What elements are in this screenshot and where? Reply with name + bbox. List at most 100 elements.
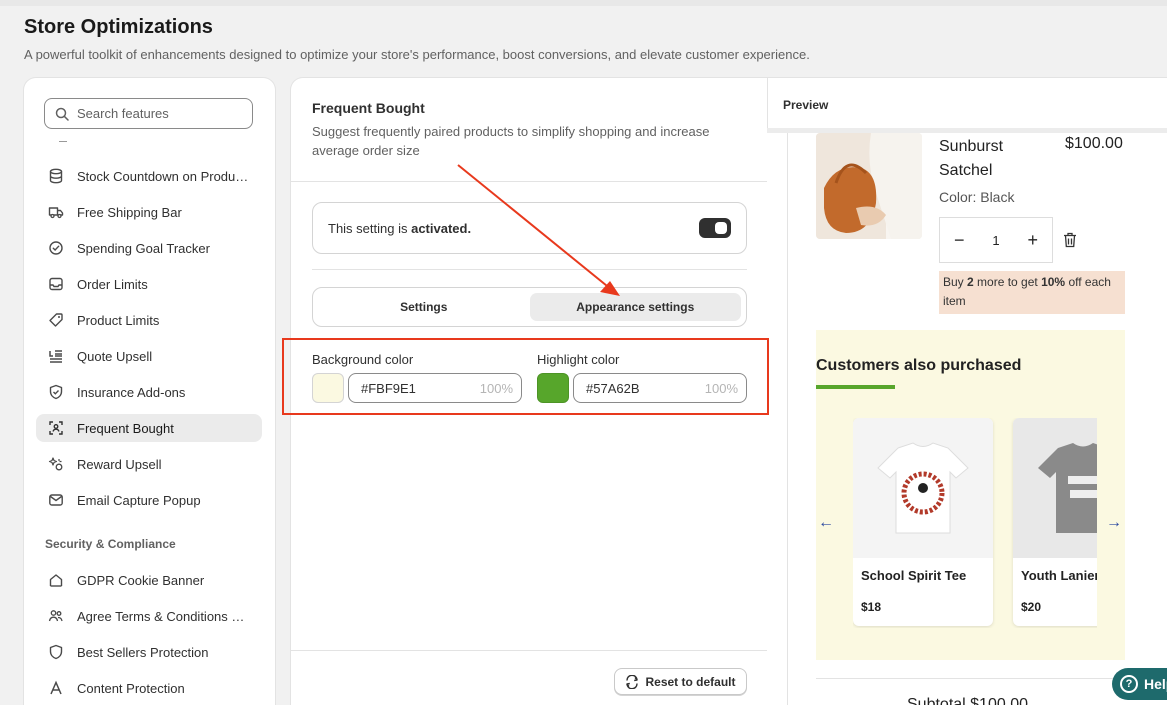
trash-icon[interactable] <box>1063 232 1077 253</box>
sidebar-item-insurance[interactable]: Insurance Add-ons <box>36 378 262 406</box>
search-icon <box>55 107 69 121</box>
sidebar-item-label: GDPR Cookie Banner <box>77 572 205 588</box>
quantity-value: 1 <box>992 232 1000 248</box>
sidebar-item-free-shipping[interactable]: Free Shipping Bar <box>36 198 262 226</box>
sidebar-item-label: Reward Upsell <box>77 456 162 472</box>
upsell-title: Customers also purchased <box>816 357 1022 374</box>
sidebar-item-stock-countdown[interactable]: Stock Countdown on Produ… <box>36 162 262 190</box>
help-icon: ? <box>1120 675 1138 693</box>
product-thumbnail <box>853 418 993 558</box>
refresh-icon <box>626 674 639 689</box>
upsell-product-name: Youth Lanier <box>1021 568 1097 583</box>
product-thumbnail <box>1013 418 1097 558</box>
section-title-security: Security & Compliance <box>45 537 176 551</box>
bundle-promo: Buy 2 more to get 10% off each item <box>939 271 1125 314</box>
sidebar-item-reward-upsell[interactable]: Reward Upsell <box>36 450 262 478</box>
reset-label: Reset to default <box>645 674 736 689</box>
truck-icon <box>48 207 64 219</box>
sidebar-item-label: Best Sellers Protection <box>77 644 209 660</box>
sidebar-item-gdpr[interactable]: GDPR Cookie Banner <box>36 566 262 594</box>
sidebar-item-frequent-bought[interactable]: Frequent Bought <box>36 414 262 442</box>
sparkle-icon <box>48 457 63 471</box>
sidebar-item-label: Order Limits <box>77 276 148 292</box>
shield-check-icon <box>49 384 63 400</box>
reset-to-default-button[interactable]: Reset to default <box>614 668 747 695</box>
carousel-next-arrow[interactable]: → <box>1106 514 1122 532</box>
search-box[interactable] <box>44 98 253 129</box>
inbox-icon <box>49 277 63 291</box>
product-image <box>816 133 922 239</box>
sidebar-item-spending-goal[interactable]: Spending Goal Tracker <box>36 234 262 262</box>
sidebar-item-content-protection[interactable]: Content Protection <box>36 674 262 702</box>
activation-status: activated. <box>411 220 472 236</box>
upsell-product-card[interactable]: School Spirit Tee $18 <box>853 418 993 626</box>
decrease-button[interactable]: − <box>954 230 965 251</box>
product-name: Sunburst Satchel <box>939 138 1004 179</box>
page-title: Store Optimizations <box>24 16 213 38</box>
activation-toggle[interactable] <box>699 218 731 238</box>
sidebar-item-label: Frequent Bought <box>77 420 174 436</box>
sidebar-item-label: Content Protection <box>77 680 185 696</box>
scan-icon <box>49 421 63 435</box>
sidebar-item-label: Spending Goal Tracker <box>77 240 210 256</box>
sidebar-item-quote-upsell[interactable]: Quote Upsell <box>36 342 262 370</box>
carousel-prev-arrow[interactable]: ← <box>818 514 834 532</box>
annotation-highlight-box <box>282 338 769 415</box>
promo-qty: 2 <box>967 275 974 289</box>
sidebar-item-best-sellers[interactable]: Best Sellers Protection <box>36 638 262 666</box>
divider <box>312 269 747 270</box>
help-label: Help <box>1144 676 1167 692</box>
text-icon <box>50 680 62 695</box>
gray-tee-image <box>1038 443 1097 533</box>
tab-settings[interactable]: Settings <box>318 293 530 321</box>
sidebar-item-label: Agree Terms & Conditions … <box>77 608 245 624</box>
activation-prefix: This setting is <box>328 220 412 236</box>
tab-appearance-settings[interactable]: Appearance settings <box>529 293 741 321</box>
divider <box>291 181 767 182</box>
sidebar-item-order-limits[interactable]: Order Limits <box>36 270 262 298</box>
cookie-icon <box>49 574 63 587</box>
list-icon <box>49 350 62 363</box>
sidebar-item-label: Email Capture Popup <box>77 492 201 508</box>
activation-text: This setting is activated. <box>328 221 471 236</box>
email-icon <box>49 494 63 506</box>
sidebar-item-email-popup[interactable]: Email Capture Popup <box>36 486 262 514</box>
product-price: $100.00 <box>1065 135 1123 152</box>
quantity-stepper: − 1 + <box>939 217 1053 263</box>
upsell-section: Customers also purchased ← → School Spir… <box>816 330 1125 660</box>
activation-box: This setting is activated. <box>312 202 747 254</box>
product-variant: Color: Black <box>939 189 1015 205</box>
feature-description: Suggest frequently paired products to si… <box>312 124 710 158</box>
sidebar-item-label: Insurance Add-ons <box>77 384 186 400</box>
upsell-product-price: $18 <box>861 600 882 614</box>
people-icon <box>48 610 63 622</box>
sidebar-item-label: Stock Countdown on Produ… <box>77 168 249 184</box>
preview-label: Preview <box>783 98 829 112</box>
page-subtitle: A powerful toolkit of enhancements desig… <box>24 47 810 62</box>
help-button[interactable]: ? Help <box>1112 668 1167 700</box>
promo-text: more to get <box>973 275 1042 289</box>
upsell-product-name: School Spirit Tee <box>861 568 967 583</box>
cart-subtotal: Subtotal $100.00 <box>907 696 1028 705</box>
product-carousel: School Spirit Tee $18 Youth Lanier $20 <box>853 418 1097 628</box>
sidebar-item-product-limits[interactable]: Product Limits <box>36 306 262 334</box>
sidebar-item-label: Free Shipping Bar <box>77 204 182 220</box>
tag-icon <box>49 313 63 327</box>
satchel-image <box>816 133 922 239</box>
shield-icon <box>49 644 63 660</box>
top-bar <box>0 0 1167 6</box>
promo-text: Buy <box>943 275 968 289</box>
upsell-underline <box>816 385 895 389</box>
scroll-fragment <box>59 138 67 142</box>
sidebar-item-agree-terms[interactable]: Agree Terms & Conditions … <box>36 602 262 630</box>
search-input[interactable] <box>77 106 237 121</box>
sidebar-item-label: Product Limits <box>77 312 160 328</box>
upsell-product-price: $20 <box>1021 600 1042 614</box>
features-sidebar: Stock Countdown on Produ… Free Shipping … <box>24 78 275 705</box>
increase-button[interactable]: + <box>1028 230 1039 251</box>
database-icon <box>49 168 63 184</box>
settings-tabs: Settings Appearance settings <box>312 287 747 327</box>
upsell-product-card[interactable]: Youth Lanier $20 <box>1013 418 1097 626</box>
preview-frame: Sunburst Satchel $100.00 Color: Black − … <box>767 128 1167 705</box>
sidebar-item-label: Quote Upsell <box>77 348 153 364</box>
